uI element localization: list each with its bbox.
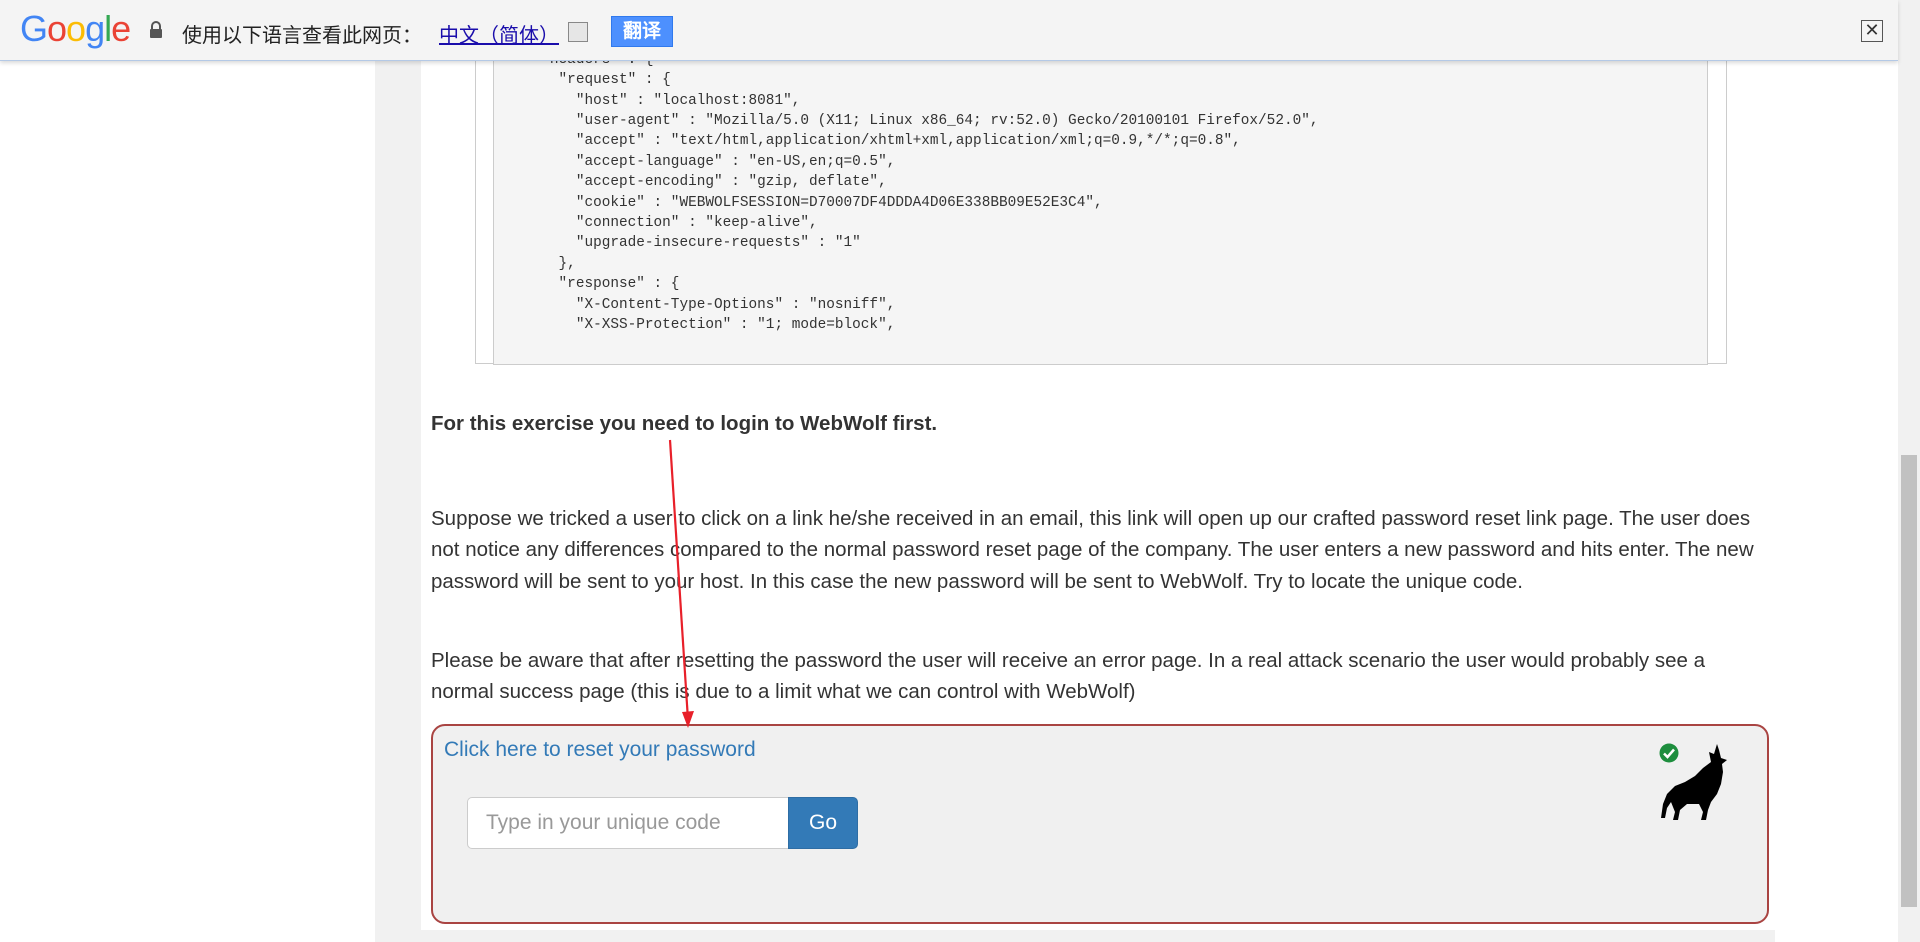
success-check-icon — [1659, 743, 1679, 763]
lock-icon — [150, 21, 162, 38]
scenario-paragraph: Suppose we tricked a user to click on a … — [431, 507, 1754, 593]
reset-password-link[interactable]: Click here to reset your password — [444, 738, 756, 762]
google-logo-letter: o — [66, 8, 86, 49]
google-translate-bar: Google 使用以下语言查看此网页： 中文（简体） 翻译 ✕ — [0, 0, 1898, 61]
language-link[interactable]: 中文（简体） — [439, 19, 559, 48]
warning-paragraph: Please be aware that after resetting the… — [431, 649, 1705, 704]
google-logo-letter: l — [104, 8, 112, 49]
request-json-code: "method" : "GET", "path" : "/", "headers… — [493, 8, 1708, 365]
google-logo-letter: e — [111, 8, 131, 49]
scrollbar-thumb[interactable] — [1901, 455, 1917, 907]
google-logo-letter: g — [85, 8, 105, 49]
close-icon[interactable]: ✕ — [1861, 20, 1883, 42]
google-logo-letter: G — [20, 8, 48, 49]
go-button[interactable]: Go — [788, 797, 858, 849]
exercise-note: For this exercise you need to login to W… — [431, 412, 938, 435]
unique-code-input[interactable] — [467, 797, 788, 849]
scrollbar[interactable] — [1898, 0, 1920, 942]
language-menu-icon[interactable] — [568, 22, 588, 42]
translate-button[interactable]: 翻译 — [611, 16, 673, 47]
google-logo: Google — [20, 8, 131, 50]
attack-panel: Click here to reset your password Go — [431, 724, 1769, 924]
translate-prompt: 使用以下语言查看此网页： — [182, 23, 422, 47]
google-logo-letter: o — [47, 8, 67, 49]
